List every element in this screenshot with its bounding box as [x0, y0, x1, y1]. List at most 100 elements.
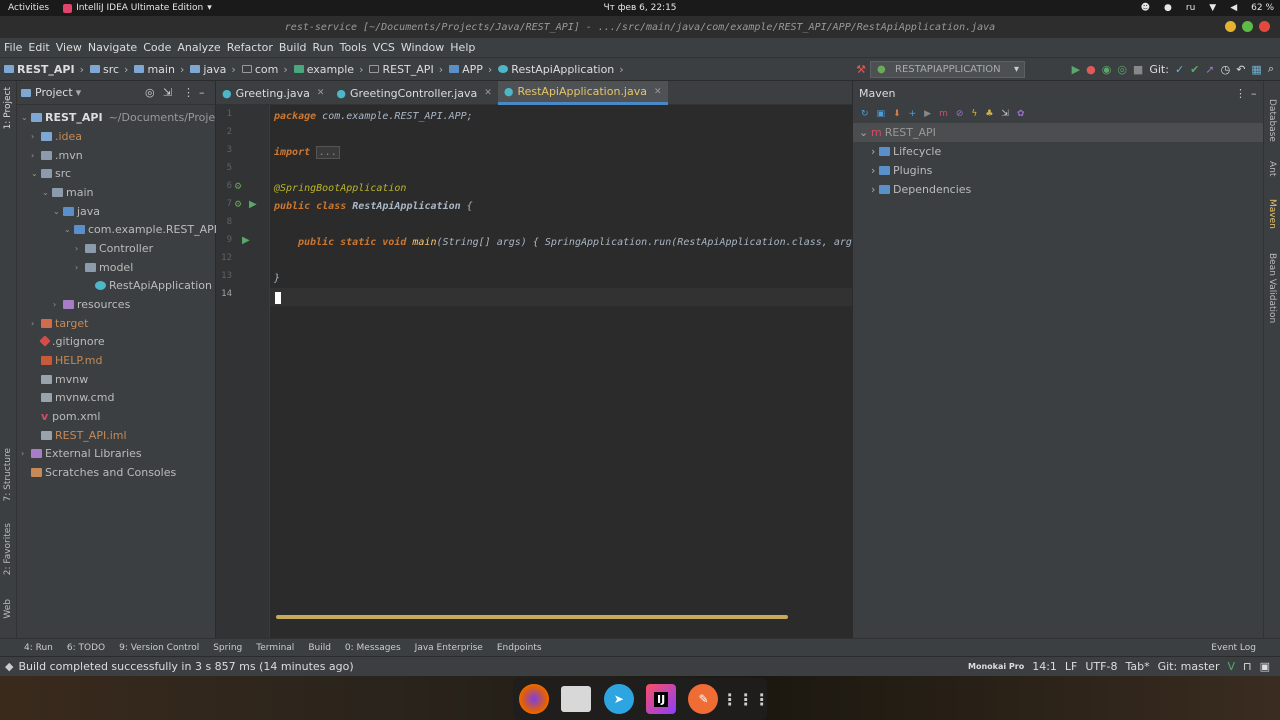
tree-item-mvnw[interactable]: mvnw — [31, 370, 88, 388]
tool-todo[interactable]: 6: TODO — [67, 643, 105, 653]
breadcrumb-item[interactable]: java › — [190, 63, 236, 76]
hide-icon[interactable]: – — [1251, 87, 1257, 100]
rollback-icon[interactable]: ↶ — [1236, 63, 1245, 76]
tool-build[interactable]: Build — [308, 643, 331, 653]
tree-item-restapiapplication[interactable]: RestApiApplication — [85, 276, 212, 294]
wifi-icon[interactable]: ▼ — [1209, 3, 1216, 13]
tool-endpoints[interactable]: Endpoints — [497, 643, 542, 653]
file-encoding[interactable]: UTF-8 — [1085, 660, 1117, 673]
firefox-icon[interactable] — [519, 684, 550, 714]
spring-bean-icon[interactable]: ⚙ — [234, 182, 242, 192]
horizontal-scrollbar[interactable] — [276, 615, 788, 619]
minimize-button[interactable] — [1225, 21, 1236, 32]
maven-dependencies[interactable]: › Dependencies — [853, 180, 1263, 199]
caret-position[interactable]: 14:1 — [1032, 660, 1057, 673]
stop-icon[interactable]: ■ — [1133, 63, 1143, 76]
folded-imports[interactable]: ... — [316, 145, 341, 159]
show-dependencies-icon[interactable]: ♣ — [985, 109, 993, 119]
tree-item-main[interactable]: ⌄ main — [42, 183, 93, 201]
tool-maven[interactable]: Maven — [1267, 199, 1277, 229]
menu-analyze[interactable]: Analyze — [173, 41, 222, 54]
maven-root[interactable]: ⌄ m REST_API — [853, 123, 1263, 142]
telegram-icon[interactable]: ➤ — [603, 684, 634, 714]
tool-messages[interactable]: 0: Messages — [345, 643, 401, 653]
reload-icon[interactable]: ↻ — [861, 109, 869, 119]
tree-item-pomxml[interactable]: v pom.xml — [31, 407, 100, 425]
maven-plugins[interactable]: › Plugins — [853, 161, 1263, 180]
tree-item-model[interactable]: › model — [75, 258, 133, 276]
menu-navigate[interactable]: Navigate — [84, 41, 139, 54]
tree-item-mvn[interactable]: › .mvn — [31, 146, 83, 164]
battery-label[interactable]: 62 % — [1251, 3, 1274, 13]
tool-terminal[interactable]: Terminal — [256, 643, 294, 653]
menu-build[interactable]: Build — [275, 41, 309, 54]
status-message[interactable]: Build completed successfully in 3 s 857 … — [18, 660, 353, 673]
hammer-icon[interactable]: ⚒ — [856, 63, 866, 76]
theme-label[interactable]: Monokai Pro — [968, 662, 1024, 671]
menu-file[interactable]: File — [0, 41, 24, 54]
git-branch[interactable]: Git: master — [1158, 660, 1220, 673]
breadcrumb-item[interactable]: example › — [293, 63, 363, 76]
weather-icon[interactable]: ● — [1164, 3, 1172, 13]
gear-icon[interactable]: ⋮ — [183, 86, 194, 99]
menu-run[interactable]: Run — [309, 41, 336, 54]
tab-greeting[interactable]: ● Greeting.java ✕ — [216, 81, 330, 105]
code-content[interactable]: package com.example.REST_API.APP; import… — [274, 105, 858, 638]
breadcrumb-item[interactable]: APP › — [449, 63, 492, 76]
tree-item-idea[interactable]: › .idea — [31, 127, 82, 145]
execute-goal-icon[interactable]: m — [939, 109, 948, 119]
maven-lifecycle[interactable]: › Lifecycle — [853, 142, 1263, 161]
intellij-idea-icon[interactable]: IJ — [646, 684, 677, 714]
chevron-down-icon[interactable]: ▾ — [76, 86, 82, 99]
maven-settings-icon[interactable]: ✿ — [1017, 109, 1025, 119]
tool-ant[interactable]: Ant — [1267, 161, 1277, 176]
project-structure-icon[interactable]: ▦ — [1251, 63, 1261, 76]
download-icon[interactable]: ⬇ — [893, 109, 901, 119]
breadcrumb-item[interactable]: RestApiApplication › — [498, 63, 624, 76]
breadcrumb-item[interactable]: src › — [89, 63, 128, 76]
breadcrumb-root[interactable]: REST_API › — [4, 63, 84, 76]
breadcrumb-item[interactable]: main › — [134, 63, 184, 76]
profile-icon[interactable]: ◎ — [1117, 63, 1127, 76]
run-gutter-icon[interactable]: ▶ — [249, 199, 257, 210]
history-icon[interactable]: ◷ — [1221, 63, 1231, 76]
tree-item-src[interactable]: ⌄ src — [31, 164, 71, 182]
language-indicator[interactable]: ru — [1186, 3, 1195, 13]
files-icon[interactable] — [561, 686, 592, 712]
tree-item-mvnwcmd[interactable]: mvnw.cmd — [31, 388, 114, 406]
spring-bean-icon[interactable]: ⚙ — [234, 200, 242, 210]
maximize-button[interactable] — [1242, 21, 1253, 32]
run-icon[interactable]: ▶ — [1072, 63, 1080, 76]
add-icon[interactable]: + — [909, 109, 917, 119]
hide-icon[interactable]: – — [199, 86, 205, 99]
volume-icon[interactable]: ◀ — [1230, 3, 1237, 13]
menu-code[interactable]: Code — [139, 41, 173, 54]
run-gutter-icon[interactable]: ▶ — [242, 235, 250, 246]
close-icon[interactable]: ✕ — [317, 88, 325, 98]
tree-item-gitignore[interactable]: .gitignore — [31, 332, 105, 350]
coverage-icon[interactable]: ◉ — [1102, 63, 1112, 76]
git-push-icon[interactable]: ➚ — [1205, 63, 1214, 76]
tab-restapiapplication[interactable]: ● RestApiApplication.java ✕ — [497, 81, 668, 105]
close-icon[interactable]: ✕ — [654, 87, 662, 97]
tool-database[interactable]: Database — [1267, 99, 1277, 142]
app-grid-icon[interactable]: ⋮⋮⋮ — [722, 684, 770, 714]
collapse-all-icon[interactable]: ⇲ — [1001, 109, 1009, 119]
search-icon[interactable]: ⌕ — [1268, 62, 1274, 76]
tree-item-scratches[interactable]: Scratches and Consoles — [21, 463, 176, 481]
tree-item-java[interactable]: ⌄ java — [53, 202, 100, 220]
breadcrumb-item[interactable]: REST_API › — [369, 63, 443, 76]
toggle-offline-icon[interactable]: ⊘ — [956, 109, 964, 119]
locate-icon[interactable]: ◎ — [145, 86, 155, 99]
notifications-icon[interactable]: ▣ — [1260, 660, 1270, 673]
close-icon[interactable]: ✕ — [484, 88, 492, 98]
run-configuration-select[interactable]: ● RESTAPIAPPLICATION ▾ — [870, 61, 1025, 78]
app-menu[interactable]: IntelliJ IDEA Ultimate Edition ▾ — [63, 3, 212, 13]
tree-item-root[interactable]: ⌄ REST_API ~/Documents/Projects/ — [21, 108, 235, 126]
activities-button[interactable]: Activities — [8, 3, 49, 13]
line-separator[interactable]: LF — [1065, 660, 1077, 673]
menu-vcs[interactable]: VCS — [369, 41, 397, 54]
tree-item-controller[interactable]: › Controller — [75, 239, 153, 257]
close-button[interactable] — [1259, 21, 1270, 32]
git-commit-icon[interactable]: ✔ — [1190, 63, 1199, 76]
